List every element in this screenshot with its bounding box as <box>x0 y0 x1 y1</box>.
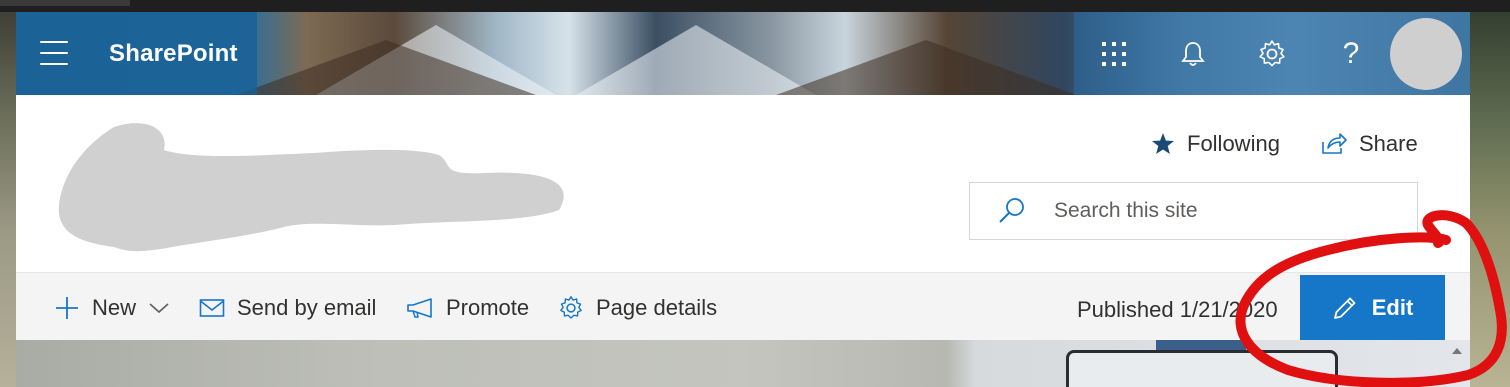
star-icon <box>1152 133 1174 154</box>
send-by-email-label: Send by email <box>237 295 377 320</box>
plus-icon <box>56 297 78 319</box>
share-label: Share <box>1359 131 1418 156</box>
follow-label: Following <box>1187 131 1280 156</box>
menu-icon[interactable] <box>38 38 70 68</box>
send-by-email-button[interactable]: Send by email <box>199 293 376 323</box>
published-status: Published 1/21/2020 <box>1077 297 1278 322</box>
promote-label: Promote <box>446 295 530 320</box>
desktop-backdrop-left <box>0 0 16 387</box>
suite-bar: SharePoint ? <box>16 12 1470 95</box>
banner-ridge <box>776 40 1076 95</box>
banner-ridge <box>236 40 536 95</box>
page-details-button[interactable]: Page details <box>558 293 717 323</box>
scroll-up-arrow-icon[interactable] <box>1452 348 1462 354</box>
gear-icon <box>560 296 582 319</box>
browser-tab-edge <box>0 0 130 6</box>
command-bar: New Send by email Promote Page details P… <box>16 272 1470 341</box>
waffle-icon[interactable] <box>1096 36 1132 72</box>
gear-icon[interactable] <box>1254 36 1290 72</box>
page-content-banner <box>16 340 1470 387</box>
new-label: New <box>92 295 137 320</box>
pencil-icon <box>1333 297 1356 319</box>
redacted-site-logo <box>58 123 564 252</box>
search-input[interactable] <box>1054 199 1394 223</box>
promote-button[interactable]: Promote <box>406 293 529 323</box>
edit-label: Edit <box>1371 295 1414 320</box>
desktop-backdrop-right <box>1470 0 1510 387</box>
follow-button[interactable]: Following <box>1151 129 1280 159</box>
banner-laptop-screen <box>1156 340 1246 350</box>
edit-button[interactable]: Edit <box>1300 275 1445 341</box>
mail-icon <box>199 299 225 317</box>
help-icon[interactable]: ? <box>1333 36 1369 72</box>
banner-laptop-image <box>1066 350 1338 387</box>
new-button[interactable]: New <box>54 293 170 323</box>
app-brand[interactable]: SharePoint <box>109 40 238 68</box>
share-icon <box>1322 133 1347 154</box>
megaphone-icon <box>407 298 432 318</box>
site-search-box[interactable] <box>969 182 1418 240</box>
bell-icon[interactable] <box>1175 36 1211 72</box>
avatar[interactable] <box>1390 18 1462 90</box>
site-header: Following Share <box>16 95 1470 272</box>
chevron-down-icon <box>149 303 169 314</box>
search-icon[interactable] <box>970 196 1054 226</box>
page-details-label: Page details <box>596 295 718 320</box>
browser-top-strip <box>0 0 1510 12</box>
share-button[interactable]: Share <box>1321 129 1418 159</box>
